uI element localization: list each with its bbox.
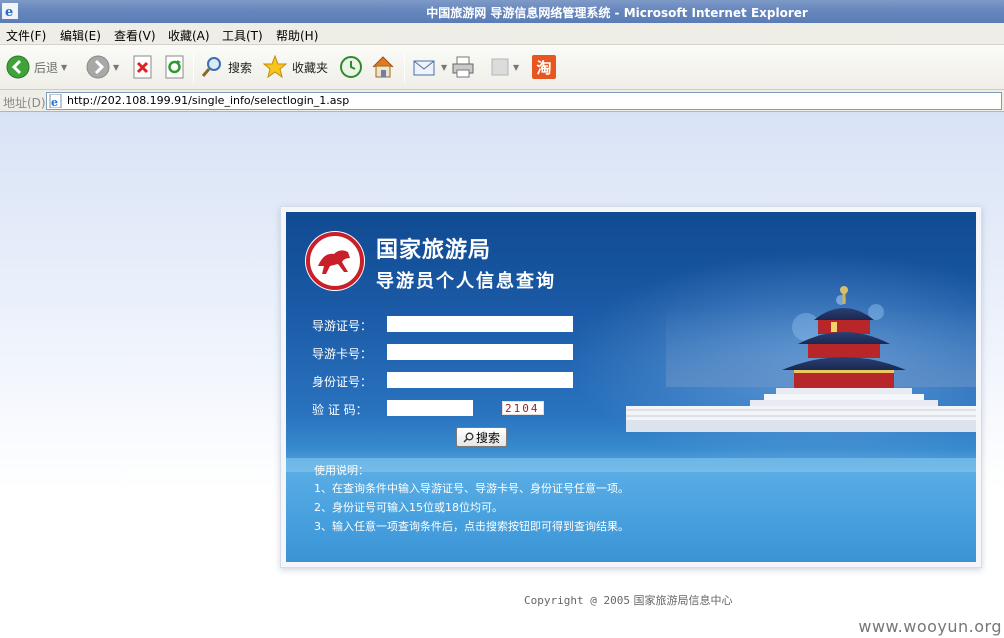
history-button[interactable] <box>338 53 364 81</box>
refresh-button[interactable] <box>164 53 186 81</box>
id-number-label: 身份证号： <box>312 375 373 389</box>
home-button[interactable] <box>370 53 396 81</box>
menu-edit[interactable]: 编辑(E) <box>60 27 101 44</box>
menu-favorites[interactable]: 收藏(A) <box>168 27 210 44</box>
edit-page-button[interactable]: ▼ <box>490 53 519 81</box>
watermark: www.wooyun.org <box>858 617 1002 636</box>
copyright-text: Copyright @ 2005 <box>524 594 630 607</box>
address-bar: 地址(D) e http://202.108.199.91/single_inf… <box>0 90 1004 112</box>
print-button[interactable] <box>450 53 476 81</box>
favorites-button[interactable]: 收藏夹 <box>262 53 328 81</box>
back-arrow-icon <box>6 55 30 79</box>
captcha-input[interactable] <box>387 400 473 416</box>
temple-of-heaven-image <box>626 286 976 432</box>
back-button[interactable]: 后退 ▼ <box>6 53 67 81</box>
taobao-button[interactable]: 淘 <box>532 53 556 81</box>
stop-button[interactable] <box>132 53 154 81</box>
printer-icon <box>452 56 474 78</box>
instruction-line: 2、身份证号可输入15位或18位均可。 <box>314 501 503 514</box>
chevron-down-icon[interactable]: ▼ <box>61 63 67 72</box>
page-viewport: 国家旅游局 导游员个人信息查询 导游证号： 导游卡号： 身份证号： 验 证 码：… <box>0 112 1004 638</box>
captcha-image: 2104 <box>502 401 544 415</box>
footer-org: 国家旅游局信息中心 <box>633 594 733 607</box>
instructions-title: 使用说明： <box>314 464 369 477</box>
guide-cert-label: 导游证号： <box>312 319 373 333</box>
home-icon <box>372 56 394 78</box>
query-panel-frame: 国家旅游局 导游员个人信息查询 导游证号： 导游卡号： 身份证号： 验 证 码：… <box>280 206 982 568</box>
toolbar-divider <box>193 51 194 83</box>
menu-file[interactable]: 文件(F) <box>6 27 46 44</box>
id-number-input[interactable] <box>387 372 573 388</box>
captcha-label: 验 证 码： <box>312 403 368 417</box>
menu-bar: 文件(F) 编辑(E) 查看(V) 收藏(A) 工具(T) 帮助(H) <box>0 23 1004 45</box>
taobao-icon: 淘 <box>532 55 556 79</box>
favorites-label: 收藏夹 <box>292 60 329 75</box>
taobao-glyph: 淘 <box>536 58 552 77</box>
tourism-emblem-logo <box>305 231 365 291</box>
search-button-label: 搜索 <box>475 430 500 445</box>
forward-arrow-icon <box>86 55 110 79</box>
page-footer: Copyright @ 2005 国家旅游局信息中心 <box>0 592 1004 608</box>
chevron-down-icon[interactable]: ▼ <box>113 63 119 72</box>
chevron-down-icon[interactable]: ▼ <box>441 63 447 72</box>
instruction-line: 1、在查询条件中输入导游证号、导游卡号、身份证号任意一项。 <box>314 482 629 495</box>
svg-text:e: e <box>51 96 58 108</box>
instruction-line: 3、输入任意一项查询条件后，点击搜索按钮即可得到查询结果。 <box>314 520 629 533</box>
back-label: 后退 <box>34 60 59 75</box>
guide-card-label: 导游卡号： <box>312 347 373 361</box>
star-icon <box>262 55 288 79</box>
address-label: 地址(D) <box>3 96 46 110</box>
address-url: http://202.108.199.91/single_info/select… <box>67 94 350 107</box>
toolbar-divider <box>404 51 405 83</box>
address-input[interactable]: e http://202.108.199.91/single_info/sele… <box>46 92 1002 110</box>
edit-icon <box>491 58 509 76</box>
query-panel: 国家旅游局 导游员个人信息查询 导游证号： 导游卡号： 身份证号： 验 证 码：… <box>286 212 976 562</box>
menu-help[interactable]: 帮助(H) <box>276 27 318 44</box>
chevron-down-icon[interactable]: ▼ <box>513 63 519 72</box>
mail-icon <box>413 60 435 76</box>
history-icon <box>340 56 362 78</box>
menu-view[interactable]: 查看(V) <box>114 27 156 44</box>
toolbar: 后退 ▼ ▼ 搜索 收藏夹 ▼ ▼ 淘 <box>0 45 1004 90</box>
search-button[interactable]: 搜索 <box>456 427 507 447</box>
search-icon <box>463 432 474 443</box>
guide-card-input[interactable] <box>387 344 573 360</box>
search-toolbar-button[interactable]: 搜索 <box>200 53 252 81</box>
stop-icon <box>133 55 152 79</box>
search-icon <box>201 57 221 77</box>
query-title: 导游员个人信息查询 <box>376 271 556 292</box>
refresh-icon <box>165 55 184 79</box>
forward-button[interactable]: ▼ <box>86 53 119 81</box>
guide-cert-input[interactable] <box>387 316 573 332</box>
page-icon: e <box>49 94 62 108</box>
mail-button[interactable]: ▼ <box>412 53 447 81</box>
search-label: 搜索 <box>228 60 253 75</box>
window-title: 中国旅游网 导游信息网络管理系统 - Microsoft Internet Ex… <box>426 6 808 20</box>
agency-title: 国家旅游局 <box>376 237 492 263</box>
window-titlebar[interactable]: e 中国旅游网 导游信息网络管理系统 - Microsoft Internet … <box>0 0 1004 23</box>
menu-tools[interactable]: 工具(T) <box>222 27 263 44</box>
